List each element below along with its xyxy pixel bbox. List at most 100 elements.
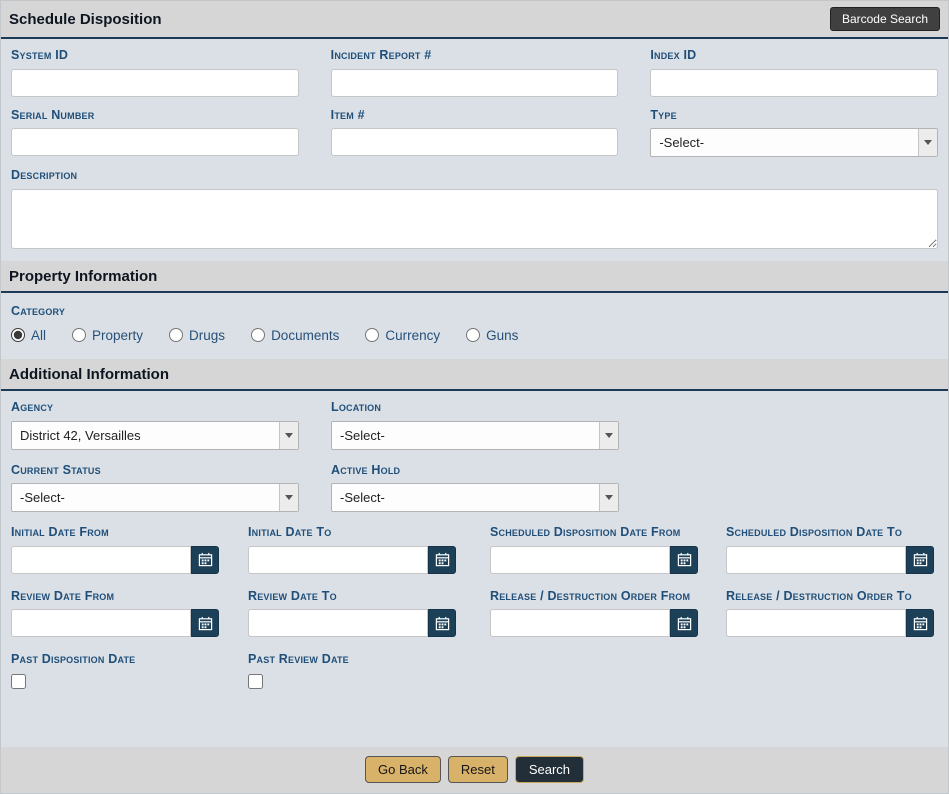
- initial-date-to-field: Initial Date To: [248, 525, 480, 574]
- status-hold-row: Current Status -Select- Active Hold -Sel…: [11, 463, 938, 513]
- search-button[interactable]: Search: [515, 756, 584, 783]
- release-destruction-order-to-group: [726, 609, 934, 637]
- category-radio-drugs-label: Drugs: [189, 328, 225, 343]
- location-label: Location: [331, 400, 619, 416]
- release-destruction-order-to-input[interactable]: [726, 609, 906, 637]
- release-destruction-order-from-calendar-button[interactable]: [670, 609, 698, 637]
- search-fields-section: System ID Incident Report # Index ID Ser…: [1, 39, 948, 261]
- release-destruction-order-from-label: Release / Destruction Order From: [490, 589, 716, 605]
- category-radio-guns[interactable]: Guns: [466, 328, 518, 343]
- additional-information-header: Additional Information: [1, 359, 948, 391]
- location-select[interactable]: -Select-: [331, 421, 619, 450]
- checkbox-row: Past Disposition Date Past Review Date: [11, 652, 938, 689]
- chevron-down-icon: [599, 422, 618, 449]
- category-radio-property-input[interactable]: [72, 328, 86, 342]
- calendar-icon: [435, 616, 450, 631]
- initial-date-from-input[interactable]: [11, 546, 191, 574]
- property-information-header: Property Information: [1, 261, 948, 293]
- date-row-2: Review Date From Review Date To: [11, 589, 938, 638]
- item-number-input[interactable]: [331, 128, 619, 156]
- initial-date-to-input[interactable]: [248, 546, 428, 574]
- active-hold-field: Active Hold -Select-: [331, 463, 619, 513]
- description-input[interactable]: [11, 189, 938, 249]
- chevron-down-icon: [279, 484, 298, 511]
- description-label: Description: [11, 168, 938, 184]
- calendar-icon: [913, 552, 928, 567]
- scheduled-disposition-date-to-field: Scheduled Disposition Date To: [726, 525, 938, 574]
- barcode-search-button[interactable]: Barcode Search: [830, 7, 940, 31]
- agency-select[interactable]: District 42, Versailles: [11, 421, 299, 450]
- category-radio-property-label: Property: [92, 328, 143, 343]
- scheduled-disposition-date-to-group: [726, 546, 934, 574]
- current-status-select-value: -Select-: [12, 484, 279, 511]
- active-hold-select[interactable]: -Select-: [331, 483, 619, 512]
- calendar-icon: [198, 616, 213, 631]
- review-date-from-input[interactable]: [11, 609, 191, 637]
- review-date-from-group: [11, 609, 219, 637]
- category-section: Category All Property Drugs Documents Cu…: [1, 293, 948, 359]
- category-radio-guns-input[interactable]: [466, 328, 480, 342]
- calendar-icon: [435, 552, 450, 567]
- initial-date-from-calendar-button[interactable]: [191, 546, 219, 574]
- search-fields-grid: System ID Incident Report # Index ID Ser…: [11, 48, 938, 157]
- description-field: Description: [11, 168, 938, 249]
- scheduled-disposition-date-from-calendar-button[interactable]: [670, 546, 698, 574]
- system-id-input[interactable]: [11, 69, 299, 97]
- category-radio-documents-input[interactable]: [251, 328, 265, 342]
- scheduled-disposition-date-to-input[interactable]: [726, 546, 906, 574]
- category-radio-currency[interactable]: Currency: [365, 328, 440, 343]
- calendar-icon: [198, 552, 213, 567]
- serial-number-field: Serial Number: [11, 108, 299, 158]
- review-date-from-label: Review Date From: [11, 589, 238, 605]
- initial-date-to-calendar-button[interactable]: [428, 546, 456, 574]
- active-hold-select-value: -Select-: [332, 484, 599, 511]
- chevron-down-icon: [599, 484, 618, 511]
- serial-number-input[interactable]: [11, 128, 299, 156]
- calendar-icon: [677, 616, 692, 631]
- type-label: Type: [650, 108, 938, 124]
- agency-location-row: Agency District 42, Versailles Location …: [11, 400, 938, 450]
- past-review-date-checkbox[interactable]: [248, 674, 263, 689]
- location-select-value: -Select-: [332, 422, 599, 449]
- category-radio-currency-label: Currency: [385, 328, 440, 343]
- system-id-field: System ID: [11, 48, 299, 97]
- review-date-to-field: Review Date To: [248, 589, 480, 638]
- go-back-button[interactable]: Go Back: [365, 756, 441, 783]
- category-radio-currency-input[interactable]: [365, 328, 379, 342]
- past-review-date-label: Past Review Date: [248, 652, 480, 668]
- chevron-down-icon: [279, 422, 298, 449]
- scheduled-disposition-date-from-input[interactable]: [490, 546, 670, 574]
- release-destruction-order-from-input[interactable]: [490, 609, 670, 637]
- review-date-to-input[interactable]: [248, 609, 428, 637]
- calendar-icon: [913, 616, 928, 631]
- scheduled-disposition-date-to-calendar-button[interactable]: [906, 546, 934, 574]
- scheduled-disposition-date-from-group: [490, 546, 698, 574]
- review-date-to-calendar-button[interactable]: [428, 609, 456, 637]
- initial-date-to-label: Initial Date To: [248, 525, 480, 541]
- release-destruction-order-to-calendar-button[interactable]: [906, 609, 934, 637]
- incident-report-input[interactable]: [331, 69, 619, 97]
- category-radio-drugs-input[interactable]: [169, 328, 183, 342]
- incident-report-label: Incident Report #: [331, 48, 619, 64]
- release-destruction-order-to-field: Release / Destruction Order To: [726, 589, 938, 638]
- category-radio-all[interactable]: All: [11, 328, 46, 343]
- current-status-field: Current Status -Select-: [11, 463, 299, 513]
- type-select[interactable]: -Select-: [650, 128, 938, 157]
- index-id-input[interactable]: [650, 69, 938, 97]
- review-date-from-calendar-button[interactable]: [191, 609, 219, 637]
- index-id-label: Index ID: [650, 48, 938, 64]
- category-radio-documents[interactable]: Documents: [251, 328, 339, 343]
- review-date-to-label: Review Date To: [248, 589, 480, 605]
- scheduled-disposition-date-to-label: Scheduled Disposition Date To: [726, 525, 938, 541]
- page-header: Schedule Disposition Barcode Search: [1, 1, 948, 39]
- category-radio-all-input[interactable]: [11, 328, 25, 342]
- category-radio-drugs[interactable]: Drugs: [169, 328, 225, 343]
- past-disposition-date-checkbox[interactable]: [11, 674, 26, 689]
- type-field: Type -Select-: [650, 108, 938, 158]
- initial-date-from-group: [11, 546, 219, 574]
- reset-button[interactable]: Reset: [448, 756, 508, 783]
- category-radio-property[interactable]: Property: [72, 328, 143, 343]
- chevron-down-icon: [918, 129, 937, 156]
- current-status-select[interactable]: -Select-: [11, 483, 299, 512]
- serial-number-label: Serial Number: [11, 108, 299, 124]
